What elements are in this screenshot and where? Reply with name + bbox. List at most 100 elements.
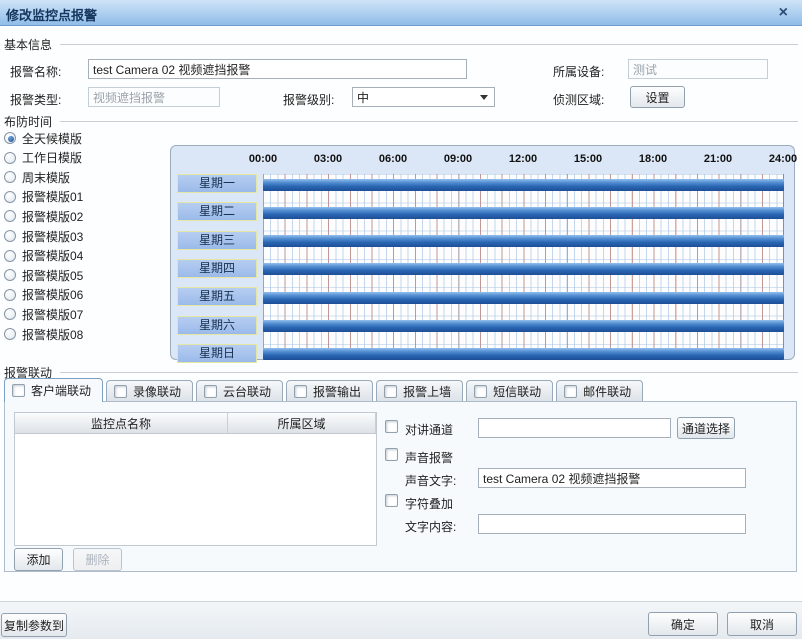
intercom-checkbox[interactable] [385,420,398,433]
tab-checkbox[interactable] [474,385,487,398]
tab-checkbox[interactable] [12,384,25,397]
tab-label: 云台联动 [223,383,271,400]
basic-info-section-header: 基本信息 [4,36,798,53]
schedule-template-label: 报警模版07 [22,306,83,323]
schedule-template-label: 报警模版06 [22,286,83,303]
sound-alarm-checkbox[interactable] [385,448,398,461]
linkage-tab-6[interactable]: 短信联动 [466,380,553,402]
cancel-button[interactable]: 取消 [727,612,797,636]
armed-period-bar[interactable] [263,235,784,247]
close-icon[interactable]: × [779,3,788,23]
delete-button[interactable]: 删除 [73,548,122,571]
tab-label: 邮件联动 [583,383,631,400]
add-button[interactable]: 添加 [14,548,63,571]
overlay-text-input[interactable] [478,514,746,534]
monitor-table-header: 监控点名称所属区域 [15,413,376,434]
alarm-level-select[interactable]: 中 [352,87,495,107]
day-label-cell: 星期五 [177,287,257,306]
section-divider [60,121,798,122]
basic-info-title: 基本信息 [4,36,52,53]
schedule-template-option[interactable]: 报警模版08 [4,326,83,342]
section-divider [60,44,798,45]
linkage-tab-5[interactable]: 报警上墙 [376,380,463,402]
radio-button-icon[interactable] [4,191,16,203]
radio-button-icon[interactable] [4,269,16,281]
time-tick-label: 09:00 [444,153,472,165]
intercom-input[interactable] [478,418,671,438]
radio-button-icon[interactable] [4,171,16,183]
linkage-tab-1[interactable]: 客户端联动 [4,378,103,402]
radio-button-icon[interactable] [4,132,16,144]
schedule-title: 布防时间 [4,113,52,130]
schedule-template-option[interactable]: 周末模版 [4,169,70,185]
schedule-template-option[interactable]: 报警模版03 [4,228,83,244]
schedule-template-label: 报警模版01 [22,188,83,205]
armed-period-bar[interactable] [263,207,784,219]
time-tick-label: 00:00 [249,153,277,165]
overlay-checkbox[interactable] [385,494,398,507]
alarm-level-value: 中 [357,89,480,106]
monitor-table[interactable]: 监控点名称所属区域 [14,412,377,546]
schedule-template-option[interactable]: 报警模版02 [4,208,83,224]
dialog-title: 修改监控点报警 [6,5,97,24]
schedule-template-option[interactable]: 报警模版05 [4,267,83,283]
ok-button[interactable]: 确定 [648,612,718,636]
schedule-template-option[interactable]: 报警模版07 [4,306,83,322]
schedule-template-label: 全天候模版 [22,130,82,147]
schedule-template-label: 报警模版02 [22,208,83,225]
tab-checkbox[interactable] [114,385,127,398]
schedule-template-label: 工作日模版 [22,149,82,166]
radio-button-icon[interactable] [4,152,16,164]
table-column-header: 监控点名称 [15,413,228,433]
chevron-down-icon [480,95,488,100]
time-tick-label: 21:00 [704,153,732,165]
tab-checkbox[interactable] [204,385,217,398]
detect-area-set-button[interactable]: 设置 [630,86,685,108]
tab-label: 录像联动 [133,383,181,400]
overlay-text-label: 文字内容: [405,518,456,535]
schedule-section-header: 布防时间 [4,113,798,130]
radio-button-icon[interactable] [4,210,16,222]
armed-period-bar[interactable] [263,348,784,360]
detect-area-label: 侦测区域: [553,91,604,108]
linkage-tab-4[interactable]: 报警输出 [286,380,373,402]
radio-button-icon[interactable] [4,328,16,340]
day-label-cell: 星期一 [177,174,257,193]
schedule-template-option[interactable]: 工作日模版 [4,150,82,166]
tab-checkbox[interactable] [384,385,397,398]
radio-button-icon[interactable] [4,308,16,320]
time-tick-label: 06:00 [379,153,407,165]
sound-text-input[interactable] [478,468,746,488]
schedule-template-option[interactable]: 报警模版04 [4,248,83,264]
schedule-template-label: 周末模版 [22,169,70,186]
schedule-template-option[interactable]: 全天候模版 [4,130,82,146]
channel-select-button[interactable]: 通道选择 [677,417,735,439]
linkage-tab-2[interactable]: 录像联动 [106,380,193,402]
alarm-type-input [88,87,220,107]
armed-period-bar[interactable] [263,320,784,332]
alarm-name-label: 报警名称: [10,63,61,80]
day-label-cell: 星期日 [177,344,257,363]
linkage-tab-7[interactable]: 邮件联动 [556,380,643,402]
tab-checkbox[interactable] [294,385,307,398]
device-input [628,59,768,79]
modify-alarm-dialog: 修改监控点报警 × 基本信息 报警名称: 所属设备: 报警类型: 报警级别: 中… [0,0,802,639]
radio-button-icon[interactable] [4,230,16,242]
schedule-template-label: 报警模版04 [22,247,83,264]
schedule-template-option[interactable]: 报警模版06 [4,287,83,303]
linkage-tab-3[interactable]: 云台联动 [196,380,283,402]
tab-label: 报警输出 [313,383,361,400]
armed-period-bar[interactable] [263,292,784,304]
sound-text-label: 声音文字: [405,472,456,489]
tab-checkbox[interactable] [564,385,577,398]
time-tick-label: 15:00 [574,153,602,165]
copy-params-button[interactable]: 复制参数到 [1,613,67,637]
radio-button-icon[interactable] [4,250,16,262]
radio-button-icon[interactable] [4,289,16,301]
day-label-cell: 星期六 [177,316,257,335]
armed-period-bar[interactable] [263,263,784,275]
armed-period-bar[interactable] [263,179,784,191]
time-tick-label: 24:00 [769,153,797,165]
schedule-template-option[interactable]: 报警模版01 [4,189,83,205]
alarm-name-input[interactable] [88,59,467,79]
